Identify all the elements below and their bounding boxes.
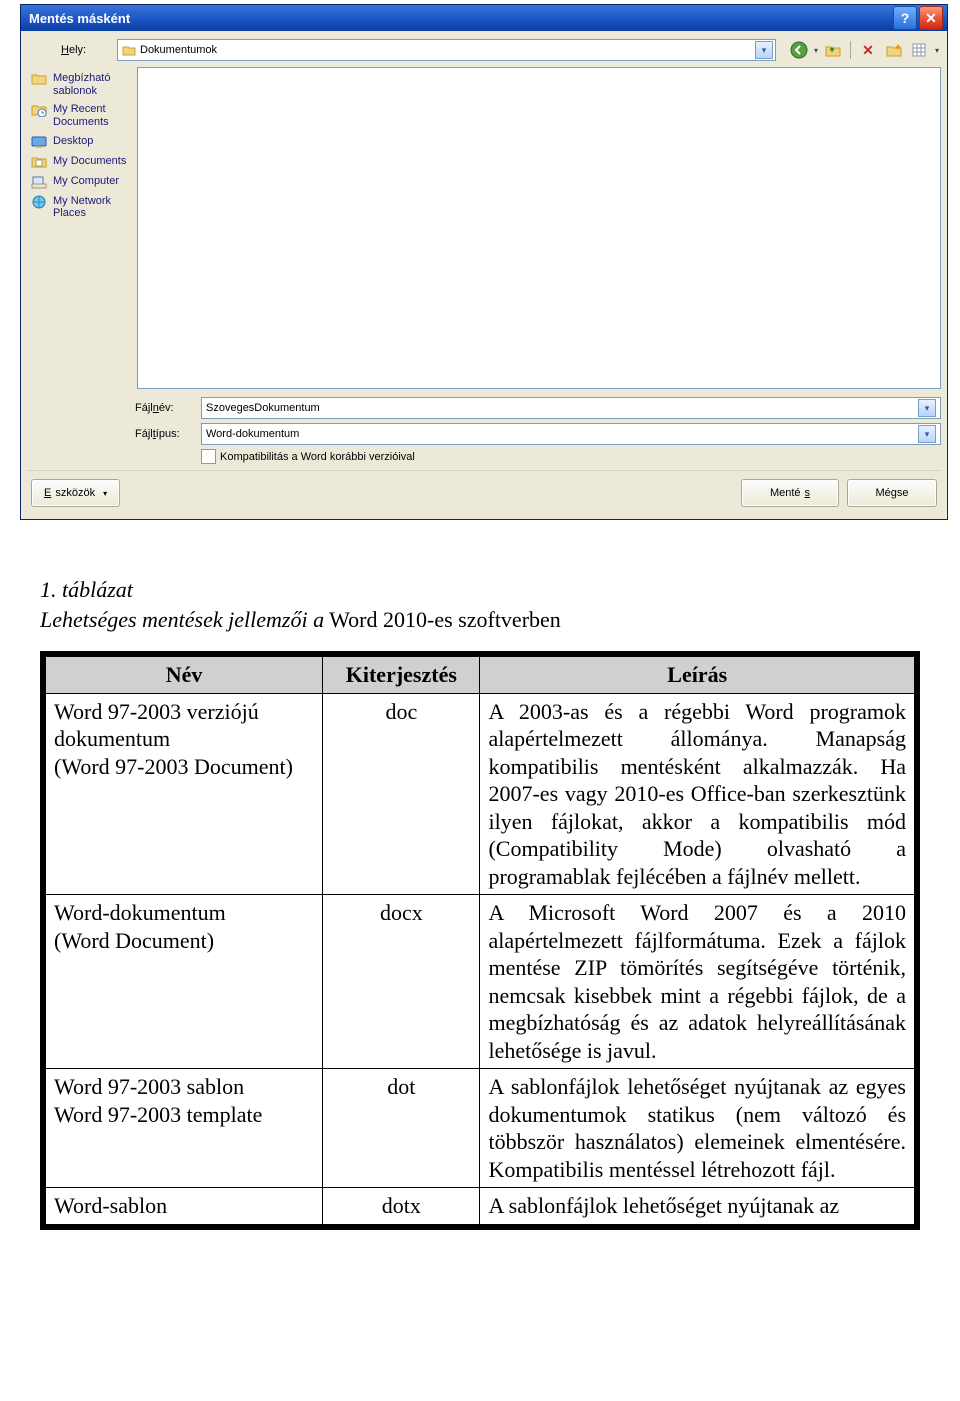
- place-trusted-templates[interactable]: Megbízható sablonok: [29, 69, 135, 100]
- table-cell-desc: A 2003-as és a régebbi Word programok al…: [480, 693, 917, 895]
- compatibility-checkbox[interactable]: [201, 449, 216, 464]
- filetype-value: Word-dokumentum: [206, 428, 918, 440]
- compatibility-checkbox-row: Kompatibilitás a Word korábbi verzióival: [201, 449, 941, 464]
- place-label: My Network Places: [53, 195, 133, 220]
- new-folder-button[interactable]: [883, 40, 905, 60]
- table-cell-name: Word 97-2003 sablon Word 97-2003 templat…: [43, 1069, 323, 1188]
- help-button[interactable]: ?: [893, 6, 917, 30]
- documents-icon: [31, 155, 49, 169]
- table-header: Leírás: [480, 654, 917, 693]
- table-header: Kiterjesztés: [323, 654, 480, 693]
- table-cell-ext: dotx: [323, 1188, 480, 1227]
- table-cell-name: Word-dokumentum (Word Document): [43, 895, 323, 1069]
- places-bar: Megbízható sablonok My Recent Documents …: [27, 67, 137, 389]
- filetype-label: Fájltípus:: [135, 428, 195, 440]
- table-row: Word-sablondotxA sablonfájlok lehetősége…: [43, 1188, 917, 1227]
- save-as-dialog: Mentés másként ? ✕ Hely: Dokumentumok ▾ …: [20, 4, 948, 520]
- table-cell-desc: A sablonfájlok lehetőséget nyújtanak az: [480, 1188, 917, 1227]
- place-label: Megbízható sablonok: [53, 72, 133, 97]
- place-network[interactable]: My Network Places: [29, 192, 135, 223]
- compatibility-label: Kompatibilitás a Word korábbi verzióival: [220, 451, 415, 463]
- computer-icon: [31, 175, 49, 189]
- network-icon: [31, 195, 49, 209]
- place-label: My Recent Documents: [53, 103, 133, 128]
- table-row: Word 97-2003 verziójú dokumentum (Word 9…: [43, 693, 917, 895]
- location-value: Dokumentumok: [140, 44, 751, 56]
- filename-label: Fájlnév:: [135, 402, 195, 414]
- document-content: 1. táblázat Lehetséges mentések jellemző…: [40, 576, 920, 1230]
- table-row: Word 97-2003 sablon Word 97-2003 templat…: [43, 1069, 917, 1188]
- location-dropdown[interactable]: Dokumentumok ▾: [117, 39, 776, 61]
- table-cell-name: Word-sablon: [43, 1188, 323, 1227]
- table-cell-ext: docx: [323, 895, 480, 1069]
- table-cell-desc: A Microsoft Word 2007 és a 2010 alapérte…: [480, 895, 917, 1069]
- filename-input[interactable]: SzovegesDokumentum ▾: [201, 397, 941, 419]
- chevron-down-icon[interactable]: ▾: [814, 46, 818, 55]
- window-title: Mentés másként: [29, 11, 891, 26]
- place-recent-docs[interactable]: My Recent Documents: [29, 100, 135, 131]
- place-desktop[interactable]: Desktop: [29, 132, 135, 152]
- folder-icon: [31, 72, 49, 86]
- titlebar: Mentés másként ? ✕: [21, 5, 947, 31]
- location-label: Hely:: [61, 44, 109, 56]
- place-my-computer[interactable]: My Computer: [29, 172, 135, 192]
- table-cell-ext: doc: [323, 693, 480, 895]
- dropdown-arrow-icon[interactable]: ▾: [918, 399, 936, 417]
- up-folder-button[interactable]: [822, 40, 844, 60]
- table-subcaption: Lehetséges mentések jellemzői a Word 201…: [40, 606, 920, 634]
- place-label: Desktop: [53, 135, 93, 148]
- cancel-button[interactable]: Mégse: [847, 479, 937, 507]
- delete-button[interactable]: ✕: [857, 40, 879, 60]
- table-row: Word-dokumentum (Word Document)docxA Mic…: [43, 895, 917, 1069]
- close-button[interactable]: ✕: [919, 6, 943, 30]
- table-header: Név: [43, 654, 323, 693]
- recent-icon: [31, 103, 49, 117]
- table-cell-name: Word 97-2003 verziójú dokumentum (Word 9…: [43, 693, 323, 895]
- views-button[interactable]: [909, 40, 931, 60]
- place-label: My Documents: [53, 155, 126, 168]
- file-formats-table: Név Kiterjesztés Leírás Word 97-2003 ver…: [40, 651, 920, 1230]
- tools-button[interactable]: Eszközök▾: [31, 479, 120, 507]
- place-my-documents[interactable]: My Documents: [29, 152, 135, 172]
- place-label: My Computer: [53, 175, 119, 188]
- file-list-area[interactable]: [137, 67, 941, 389]
- desktop-icon: [31, 135, 49, 149]
- back-button[interactable]: [788, 40, 810, 60]
- location-row: Hely: Dokumentumok ▾ ▾ ✕: [27, 37, 941, 67]
- chevron-down-icon[interactable]: ▾: [935, 46, 939, 55]
- filetype-dropdown[interactable]: Word-dokumentum ▾: [201, 423, 941, 445]
- dropdown-arrow-icon[interactable]: ▾: [918, 425, 936, 443]
- table-cell-ext: dot: [323, 1069, 480, 1188]
- filename-value: SzovegesDokumentum: [206, 402, 918, 414]
- table-caption: 1. táblázat: [40, 576, 920, 604]
- save-button[interactable]: Mentés: [741, 479, 839, 507]
- folder-icon: [122, 44, 136, 56]
- table-cell-desc: A sablonfájlok lehetőséget nyújtanak az …: [480, 1069, 917, 1188]
- dropdown-arrow-icon[interactable]: ▾: [755, 41, 773, 59]
